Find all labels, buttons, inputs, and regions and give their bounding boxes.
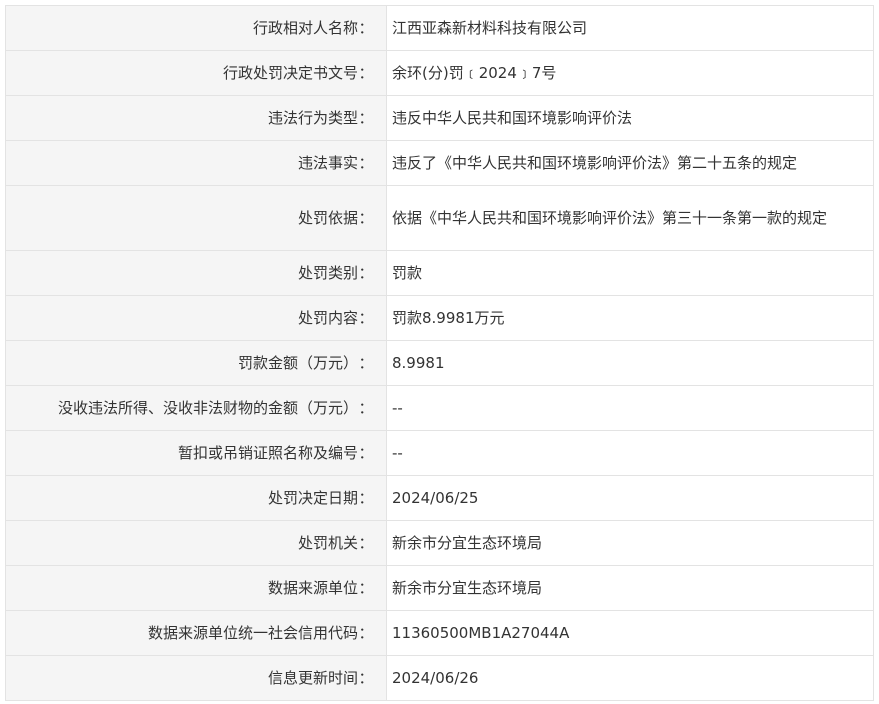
table-row: 处罚类别： 罚款 — [5, 250, 874, 296]
row-value: 11360500MB1A27044A — [392, 623, 570, 642]
row-value: 余环(分)罚﹝2024﹞7号 — [392, 63, 557, 82]
row-value-cell: 违反了《中华人民共和国环境影响评价法》第二十五条的规定 — [386, 140, 874, 186]
row-value-cell: -- — [386, 430, 874, 476]
label-separator: ： — [358, 533, 374, 552]
row-label: 违法行为类型 — [267, 108, 358, 127]
row-value-cell: 余环(分)罚﹝2024﹞7号 — [386, 50, 874, 96]
label-separator: ： — [358, 353, 374, 372]
table-row: 处罚内容： 罚款8.9981万元 — [5, 295, 874, 341]
row-label: 信息更新时间 — [267, 668, 358, 687]
row-label: 行政处罚决定书文号 — [222, 63, 358, 82]
row-label-cell: 处罚类别： — [5, 250, 387, 296]
table-row: 处罚决定日期： 2024/06/25 — [5, 475, 874, 521]
row-label: 行政相对人名称 — [252, 18, 358, 37]
row-value: -- — [392, 398, 403, 417]
row-label-cell: 行政处罚决定书文号： — [5, 50, 387, 96]
row-label: 违法事实 — [297, 153, 358, 172]
row-label-cell: 违法行为类型： — [5, 95, 387, 141]
row-value-cell: 8.9981 — [386, 340, 874, 386]
table-row: 数据来源单位统一社会信用代码： 11360500MB1A27044A — [5, 610, 874, 656]
label-separator: ： — [358, 153, 374, 172]
row-value: 违反了《中华人民共和国环境影响评价法》第二十五条的规定 — [392, 153, 798, 172]
table-row: 处罚机关： 新余市分宜生态环境局 — [5, 520, 874, 566]
row-value-cell: 违反中华人民共和国环境影响评价法 — [386, 95, 874, 141]
row-label-cell: 数据来源单位： — [5, 565, 387, 611]
label-separator: ： — [358, 18, 374, 37]
label-separator: ： — [358, 668, 374, 687]
row-label-cell: 数据来源单位统一社会信用代码： — [5, 610, 387, 656]
label-separator: ： — [358, 623, 374, 642]
row-value: 2024/06/26 — [392, 668, 479, 687]
row-value-cell: 罚款 — [386, 250, 874, 296]
row-value: 罚款8.9981万元 — [392, 308, 505, 327]
row-label-cell: 信息更新时间： — [5, 655, 387, 701]
table-row: 违法事实： 违反了《中华人民共和国环境影响评价法》第二十五条的规定 — [5, 140, 874, 186]
row-label: 处罚内容 — [297, 308, 358, 327]
row-label-cell: 违法事实： — [5, 140, 387, 186]
label-separator: ： — [358, 398, 374, 417]
row-label-cell: 罚款金额（万元）： — [5, 340, 387, 386]
row-value: -- — [392, 443, 403, 462]
row-value: 江西亚森新材料科技有限公司 — [392, 18, 588, 37]
penalty-detail-table: 行政相对人名称： 江西亚森新材料科技有限公司 行政处罚决定书文号： 余环(分)罚… — [5, 5, 874, 701]
row-value: 新余市分宜生态环境局 — [392, 533, 543, 552]
table-row: 暂扣或吊销证照名称及编号： -- — [5, 430, 874, 476]
row-value-cell: 2024/06/26 — [386, 655, 874, 701]
row-label: 处罚决定日期 — [267, 488, 358, 507]
row-value-cell: 罚款8.9981万元 — [386, 295, 874, 341]
label-separator: ： — [358, 443, 374, 462]
row-label-cell: 处罚决定日期： — [5, 475, 387, 521]
row-value-cell: 新余市分宜生态环境局 — [386, 565, 874, 611]
table-row: 没收违法所得、没收非法财物的金额（万元）： -- — [5, 385, 874, 431]
row-label: 暂扣或吊销证照名称及编号 — [177, 443, 358, 462]
row-value-cell: -- — [386, 385, 874, 431]
row-value-cell: 江西亚森新材料科技有限公司 — [386, 5, 874, 51]
label-separator: ： — [358, 63, 374, 82]
table-row: 行政相对人名称： 江西亚森新材料科技有限公司 — [5, 5, 874, 51]
row-label: 没收违法所得、没收非法财物的金额（万元） — [57, 398, 358, 417]
row-value-cell: 2024/06/25 — [386, 475, 874, 521]
row-value-cell: 新余市分宜生态环境局 — [386, 520, 874, 566]
row-label: 处罚依据 — [297, 208, 358, 227]
label-separator: ： — [358, 263, 374, 282]
row-value: 罚款 — [392, 263, 423, 282]
row-value: 依据《中华人民共和国环境影响评价法》第三十一条第一款的规定 — [392, 208, 828, 227]
row-label: 处罚类别 — [297, 263, 358, 282]
table-row: 行政处罚决定书文号： 余环(分)罚﹝2024﹞7号 — [5, 50, 874, 96]
label-separator: ： — [358, 108, 374, 127]
table-row: 违法行为类型： 违反中华人民共和国环境影响评价法 — [5, 95, 874, 141]
row-label-cell: 处罚依据： — [5, 185, 387, 251]
row-value: 违反中华人民共和国环境影响评价法 — [392, 108, 633, 127]
row-label-cell: 行政相对人名称： — [5, 5, 387, 51]
table-row: 处罚依据： 依据《中华人民共和国环境影响评价法》第三十一条第一款的规定 — [5, 185, 874, 251]
table-row: 信息更新时间： 2024/06/26 — [5, 655, 874, 701]
row-label: 数据来源单位统一社会信用代码 — [147, 623, 358, 642]
row-value-cell: 依据《中华人民共和国环境影响评价法》第三十一条第一款的规定 — [386, 185, 874, 251]
row-label-cell: 处罚机关： — [5, 520, 387, 566]
label-separator: ： — [358, 578, 374, 597]
table-row: 罚款金额（万元）： 8.9981 — [5, 340, 874, 386]
label-separator: ： — [358, 308, 374, 327]
row-value: 2024/06/25 — [392, 488, 479, 507]
row-label: 处罚机关 — [297, 533, 358, 552]
row-label-cell: 暂扣或吊销证照名称及编号： — [5, 430, 387, 476]
row-label-cell: 处罚内容： — [5, 295, 387, 341]
label-separator: ： — [358, 488, 374, 507]
row-value-cell: 11360500MB1A27044A — [386, 610, 874, 656]
row-value: 8.9981 — [392, 353, 445, 372]
table-row: 数据来源单位： 新余市分宜生态环境局 — [5, 565, 874, 611]
row-label-cell: 没收违法所得、没收非法财物的金额（万元）： — [5, 385, 387, 431]
label-separator: ： — [358, 208, 374, 227]
row-label: 罚款金额（万元） — [237, 353, 358, 372]
row-label: 数据来源单位 — [267, 578, 358, 597]
row-value: 新余市分宜生态环境局 — [392, 578, 543, 597]
